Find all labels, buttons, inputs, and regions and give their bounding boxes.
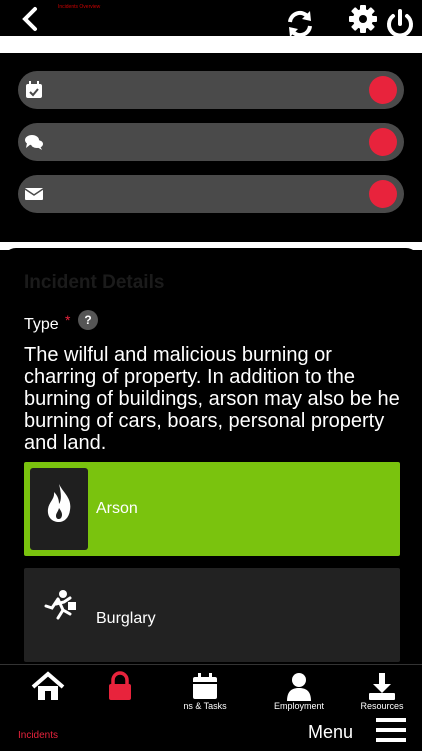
bottom-navigation: ns & Tasks Employment Resources: [0, 664, 422, 751]
calendar-icon: [193, 673, 217, 699]
back-chevron-icon[interactable]: [18, 6, 44, 32]
burglar-running-icon: [44, 590, 76, 620]
page-title-small: Incidents Overview: [58, 4, 101, 10]
nav-home[interactable]: [28, 671, 68, 701]
nav-incidents[interactable]: [100, 671, 140, 701]
envelope-icon: [25, 188, 43, 200]
card-title: Incident Details: [24, 272, 165, 293]
option-icon-tile: [30, 468, 88, 550]
type-description: The wilful and malicious burning or char…: [24, 344, 400, 454]
option-label: Arson: [96, 500, 138, 517]
option-icon-tile: [30, 574, 88, 656]
nav-employment[interactable]: Employment: [266, 671, 332, 711]
download-icon: [369, 673, 395, 700]
nav-label: Employment: [273, 701, 325, 711]
nav-label: ns & Tasks: [183, 701, 227, 711]
pill-mail[interactable]: [18, 175, 404, 213]
person-icon: [287, 673, 311, 701]
notification-indicator: [369, 128, 397, 156]
menu-label[interactable]: Menu: [308, 722, 353, 743]
lock-icon: [109, 671, 131, 700]
nav-label: Resources: [360, 701, 404, 711]
option-burglary[interactable]: Burglary: [24, 568, 400, 662]
option-label: Burglary: [96, 610, 156, 627]
home-icon: [31, 671, 65, 700]
nav-tasks[interactable]: ns & Tasks: [170, 671, 240, 711]
divider-bar: [0, 36, 422, 53]
notification-indicator: [369, 180, 397, 208]
incident-details-card: Incident Details Type * ? The wilful and…: [2, 248, 420, 666]
pill-calendar[interactable]: [18, 71, 404, 109]
pill-messages[interactable]: [18, 123, 404, 161]
chat-bubbles-icon: [25, 135, 43, 150]
gear-icon[interactable]: [348, 4, 378, 34]
hamburger-menu-icon[interactable]: [376, 716, 406, 744]
nav-resources[interactable]: Resources: [352, 671, 412, 711]
required-mark: *: [65, 312, 71, 328]
type-label: Type: [24, 316, 59, 333]
active-section-label: Incidents: [18, 730, 59, 741]
help-button[interactable]: ?: [78, 310, 98, 330]
fire-icon: [47, 484, 71, 522]
notification-indicator: [369, 76, 397, 104]
calendar-check-icon: [26, 81, 42, 98]
option-arson[interactable]: Arson: [24, 462, 400, 556]
